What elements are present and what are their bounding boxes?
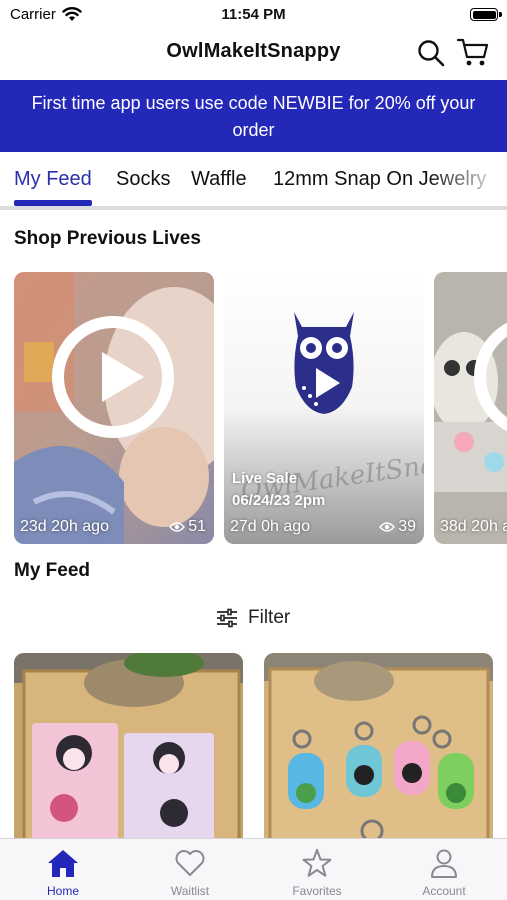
category-tabs: My Feed Socks Waffle 12mm Snap On Jewelr…: [0, 152, 507, 210]
eye-icon: [169, 522, 186, 532]
feed-product-card[interactable]: [264, 653, 493, 853]
cart-icon[interactable]: [456, 36, 490, 68]
tab-favorites[interactable]: Favorites: [254, 839, 380, 900]
live-card[interactable]: OwlMakeItSnappy Live Sale 06/24/23 2pm 2…: [224, 272, 424, 544]
tab-account[interactable]: Account: [381, 839, 507, 900]
promo-text: First time app users use code NEWBIE for…: [31, 93, 476, 140]
feed-product-card[interactable]: [14, 653, 243, 853]
heart-icon: [175, 850, 205, 876]
tab-label: Favorites: [292, 884, 342, 898]
tab-my-feed[interactable]: My Feed: [14, 168, 92, 191]
filter-label: Filter: [248, 607, 291, 628]
product-image: [264, 653, 493, 853]
previous-lives-carousel[interactable]: 23d 20h ago 51 OwlMakeItSnappy Live Sale…: [0, 272, 507, 544]
tab-waffle[interactable]: Waffle: [191, 168, 247, 191]
filter-icon: [217, 608, 237, 628]
tab-label: Account: [422, 884, 466, 898]
star-icon: [302, 849, 332, 877]
tab-waitlist[interactable]: Waitlist: [127, 839, 253, 900]
status-bar: Carrier 11:54 PM: [0, 0, 507, 30]
search-icon[interactable]: [416, 38, 446, 68]
filter-button[interactable]: Filter: [216, 604, 290, 632]
play-icon[interactable]: [52, 316, 174, 438]
view-count: 39: [379, 518, 416, 536]
live-card[interactable]: 38d 20h ago: [434, 272, 507, 544]
live-time: 27d 0h ago: [230, 518, 311, 535]
owl-logo: [294, 312, 354, 414]
live-time: 23d 20h ago: [20, 518, 109, 535]
tab-12mm-snap-on-jewelry[interactable]: 12mm Snap On Jewelry: [273, 168, 486, 191]
battery-icon: [470, 8, 502, 21]
home-icon: [48, 850, 78, 877]
live-sale-label: Live Sale 06/24/23 2pm: [232, 470, 326, 509]
view-count: 51: [169, 518, 206, 536]
tab-label: Waitlist: [170, 884, 210, 898]
tab-socks[interactable]: Socks: [116, 168, 170, 191]
clock: 11:54 PM: [221, 6, 286, 23]
bottom-tab-bar: Home Waitlist Favorites Account: [0, 838, 507, 900]
section-title-previous-lives: Shop Previous Lives: [14, 228, 201, 249]
eye-icon: [379, 522, 396, 532]
section-title-my-feed: My Feed: [14, 560, 91, 581]
nav-bar: OwlMakeItSnappy: [0, 30, 507, 78]
promo-banner[interactable]: First time app users use code NEWBIE for…: [0, 80, 507, 152]
product-image: [14, 653, 243, 853]
live-time: 38d 20h ago: [440, 518, 507, 535]
tab-label: Home: [46, 884, 79, 898]
live-card[interactable]: 23d 20h ago 51: [14, 272, 214, 544]
tab-home[interactable]: Home: [0, 839, 126, 900]
active-tab-indicator: [14, 200, 92, 206]
person-icon: [431, 849, 457, 878]
